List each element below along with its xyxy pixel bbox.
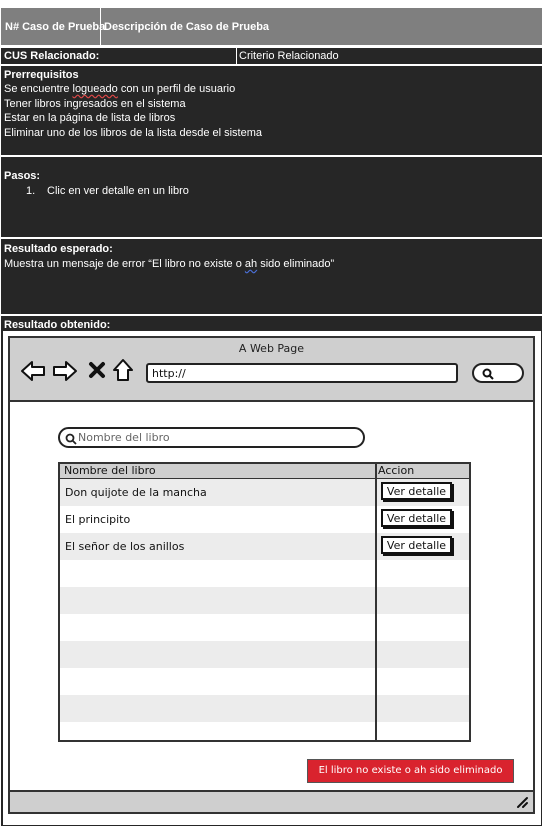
table-header: Nombre del libro Accion	[60, 464, 469, 479]
table-row-empty	[60, 560, 469, 587]
book-name: El señor de los anillos	[65, 540, 185, 553]
book-name: Don quijote de la mancha	[65, 486, 207, 499]
header-case-number: N# Caso de Prueba	[5, 20, 106, 33]
prereq-line-1: Se encuentre logueado con un perfil de u…	[4, 82, 235, 96]
pasos-step-number: 1.	[26, 185, 36, 197]
prereq-line-1-post: con un perfil de usuario	[117, 83, 236, 95]
browser-status-bar	[10, 790, 533, 812]
prereq-section: Prerrequisitos Se encuentre logueado con…	[0, 65, 543, 156]
book-name: El principito	[65, 513, 131, 526]
prereq-line-4: Eliminar uno de los libros de la lista d…	[4, 127, 263, 139]
view-detail-button[interactable]: Ver detalle	[381, 482, 452, 500]
header-description: Descripción de Caso de Prueba	[104, 20, 270, 33]
back-arrow-icon[interactable]	[20, 360, 46, 382]
close-icon[interactable]	[88, 361, 106, 379]
browser-toolbar: A Web Page http://	[10, 338, 533, 402]
prereq-title: Prerrequisitos	[4, 69, 79, 81]
prereq-line-3: Estar en la página de lista de libros	[4, 112, 176, 124]
books-table: Nombre del libro Accion Don quijote de l…	[58, 462, 471, 742]
view-detail-button[interactable]: Ver detalle	[381, 536, 452, 554]
expected-text-pre: Muestra un mensaje de error “El libro no…	[4, 258, 245, 270]
home-icon[interactable]	[112, 358, 134, 382]
expected-text-word: ah	[244, 258, 258, 270]
table-row: Don quijote de la mancha Ver detalle	[60, 479, 469, 506]
prereq-line-1-word: logueado	[72, 83, 118, 95]
book-search-placeholder: Nombre del libro	[78, 431, 170, 444]
column-header-action: Accion	[378, 464, 415, 477]
cus-row: CUS Relacionado: Criterio Relacionado	[0, 47, 543, 65]
book-search-input[interactable]: Nombre del libro	[58, 427, 365, 448]
criterio-label: Criterio Relacionado	[239, 50, 339, 62]
cus-label: CUS Relacionado:	[4, 50, 100, 62]
header-row: N# Caso de Prueba Descripción de Caso de…	[0, 7, 543, 46]
table-row-empty	[60, 641, 469, 668]
view-detail-button[interactable]: Ver detalle	[381, 509, 452, 527]
url-input[interactable]: http://	[146, 363, 458, 383]
column-header-name: Nombre del libro	[64, 464, 156, 477]
table-row-empty	[60, 587, 469, 614]
browser-mockup: A Web Page http:// Nombre del libro Nomb…	[8, 336, 535, 814]
expected-title: Resultado esperado:	[4, 243, 113, 255]
table-row-empty	[60, 695, 469, 722]
search-icon	[482, 368, 494, 380]
search-icon	[65, 433, 77, 445]
table-row-empty	[60, 668, 469, 695]
obtained-title: Resultado obtenido:	[4, 319, 111, 331]
header-divider	[100, 8, 101, 45]
expected-section: Resultado esperado: Muestra un mensaje d…	[0, 238, 543, 315]
pasos-title: Pasos:	[4, 170, 41, 182]
resize-grip-icon[interactable]	[515, 795, 529, 809]
expected-text-post: sido eliminado”	[257, 258, 335, 270]
prereq-line-1-pre: Se encuentre	[4, 83, 73, 95]
column-divider	[375, 464, 377, 740]
cus-divider	[236, 48, 237, 64]
pasos-section: Pasos: 1. Clic en ver detalle en un libr…	[0, 156, 543, 238]
prereq-line-2: Tener libros ingresados en el sistema	[4, 98, 186, 110]
table-row-empty	[60, 614, 469, 641]
expected-text: Muestra un mensaje de error “El libro no…	[4, 257, 334, 271]
browser-search-field[interactable]	[472, 363, 524, 383]
pasos-step-1: Clic en ver detalle en un libro	[47, 185, 189, 197]
table-row: El principito Ver detalle	[60, 506, 469, 533]
error-message: El libro no existe o ah sido eliminado	[307, 759, 514, 783]
test-case-document: N# Caso de Prueba Descripción de Caso de…	[0, 0, 544, 827]
browser-window-title: A Web Page	[238, 342, 305, 355]
table-row: El señor de los anillos Ver detalle	[60, 533, 469, 560]
forward-arrow-icon[interactable]	[52, 360, 78, 382]
